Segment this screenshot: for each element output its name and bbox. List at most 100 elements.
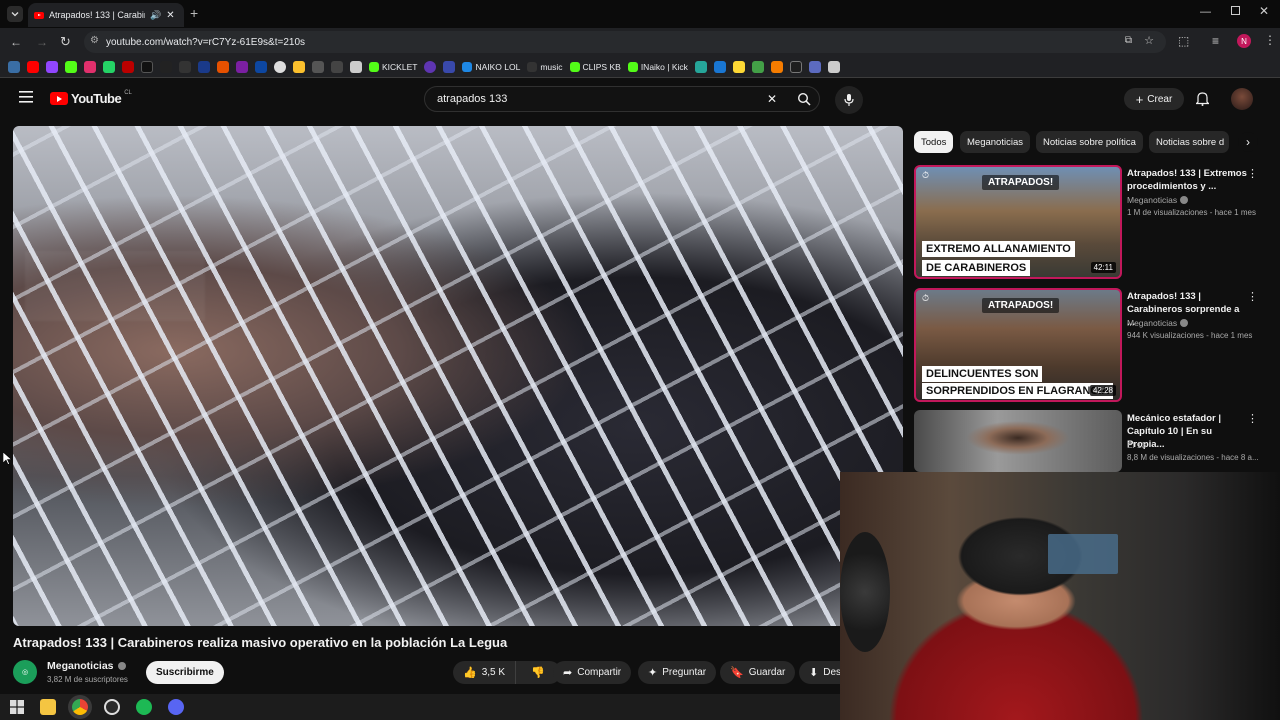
reload-icon[interactable]: ↻: [60, 34, 71, 50]
bookmark-music[interactable]: music: [527, 61, 563, 72]
clear-search-icon[interactable]: ✕: [767, 92, 777, 106]
forward-icon[interactable]: →: [36, 35, 48, 49]
bookmark-youtube-icon[interactable]: [27, 60, 39, 73]
channel-name-row[interactable]: Meganoticias: [47, 660, 126, 672]
bookmark-inaiko-kick[interactable]: INaiko | Kick: [627, 61, 688, 72]
tab-youtube[interactable]: Atrapados! 133 | Carabinero 🔊 ✕: [28, 3, 184, 27]
video-thumbnail[interactable]: [914, 410, 1122, 472]
chrome-menu-icon[interactable]: ⋮: [1264, 33, 1276, 47]
search-button[interactable]: [786, 86, 822, 112]
channel-avatar[interactable]: ◎: [13, 660, 37, 684]
file-explorer-icon[interactable]: [40, 699, 56, 715]
video-duration: 42:28: [1089, 385, 1116, 396]
bookmark-clips-kb[interactable]: CLIPS KB: [569, 61, 621, 72]
bookmark-u-icon[interactable]: [770, 60, 783, 73]
chevron-right-icon[interactable]: ›: [1238, 132, 1258, 152]
recommendation-channel-row[interactable]: El 13: [1127, 440, 1146, 450]
more-options-icon[interactable]: ⋮: [1247, 412, 1258, 425]
bookmark-diamond-icon[interactable]: [350, 60, 362, 73]
recommendation-item[interactable]: ⏱ ATRAPADOS! DELINCUENTES SON SORPRENDID…: [914, 288, 1266, 402]
save-button[interactable]: 🔖 Guardar: [720, 661, 796, 684]
bookmark-tiktok-icon[interactable]: [160, 60, 172, 73]
video-player[interactable]: [13, 126, 903, 626]
watch-later-icon[interactable]: ⏱: [922, 293, 929, 304]
bookmark-cat-icon[interactable]: [312, 60, 324, 73]
bookmark-instagram-icon[interactable]: [84, 60, 96, 73]
search-icon: [797, 92, 811, 106]
chip-politica[interactable]: Noticias sobre política: [1036, 131, 1143, 153]
notifications-bell-icon[interactable]: [1196, 91, 1209, 106]
dislike-button[interactable]: 👎: [521, 661, 555, 684]
subscribe-button[interactable]: Suscribirme: [146, 661, 224, 684]
new-tab-button[interactable]: +: [190, 5, 198, 21]
youtube-logo[interactable]: YouTube CL: [50, 90, 132, 106]
recommendation-item[interactable]: Mecánico estafador | Capítulo 10 | En su…: [914, 410, 1266, 472]
bookmark-kick-icon[interactable]: [65, 60, 77, 73]
bookmark-chart-icon[interactable]: [713, 60, 726, 73]
bookmark-naiko-lol[interactable]: NAIKO LOL: [462, 61, 520, 72]
maximize-icon[interactable]: [1231, 6, 1240, 15]
bookmark-twitch-icon[interactable]: [46, 60, 58, 73]
bookmark-yellow-icon[interactable]: [293, 60, 305, 73]
bookmark-circle-icon[interactable]: [424, 60, 437, 73]
bookmark-search-icon[interactable]: [255, 60, 267, 73]
watch-later-icon[interactable]: ⏱: [922, 170, 929, 181]
profile-avatar[interactable]: N: [1237, 34, 1251, 48]
bookmark-link-icon[interactable]: [808, 60, 821, 73]
recommendation-item[interactable]: ⏱ ATRAPADOS! EXTREMO ALLANAMIENTO DE CAR…: [914, 165, 1266, 279]
bookmark-star-icon[interactable]: ☆: [1144, 34, 1154, 47]
video-thumbnail[interactable]: ⏱ ATRAPADOS! EXTREMO ALLANAMIENTO DE CAR…: [914, 165, 1122, 279]
user-avatar[interactable]: [1231, 88, 1253, 110]
voice-search-button[interactable]: [835, 86, 863, 114]
video-thumbnail[interactable]: ⏱ ATRAPADOS! DELINCUENTES SON SORPRENDID…: [914, 288, 1122, 402]
bookmark-green-icon[interactable]: [751, 60, 764, 73]
tab-search-button[interactable]: [7, 6, 23, 22]
site-info-icon[interactable]: ⚙: [90, 35, 99, 46]
bookmark-yellow-2-icon[interactable]: [732, 60, 745, 73]
search-input[interactable]: atrapados 133 ✕: [424, 86, 820, 112]
back-icon[interactable]: ←: [10, 35, 22, 49]
chip-todos[interactable]: Todos: [914, 131, 954, 153]
obs-icon[interactable]: [104, 699, 120, 715]
bookmark-white-icon[interactable]: [274, 60, 286, 73]
media-control-icon[interactable]: ≡: [1212, 34, 1219, 48]
recommendation-title[interactable]: Atrapados! 133 | Extremos procedimientos…: [1127, 167, 1249, 193]
recommendation-channel-row[interactable]: Meganoticias: [1127, 195, 1189, 205]
chip-noticias-d[interactable]: Noticias sobre d: [1149, 131, 1229, 153]
more-options-icon[interactable]: ⋮: [1247, 290, 1258, 303]
create-button[interactable]: + Crear: [1124, 88, 1184, 110]
minimize-icon[interactable]: —: [1200, 6, 1211, 18]
bookmark-kicklet[interactable]: KICKLET: [369, 61, 417, 72]
chip-meganoticias[interactable]: Meganoticias: [960, 131, 1030, 153]
bookmark-dark-icon[interactable]: [789, 60, 802, 73]
close-window-icon[interactable]: ✕: [1259, 4, 1269, 18]
bookmark-whatsapp-icon[interactable]: [103, 60, 115, 73]
bookmark-image-icon[interactable]: [331, 60, 343, 73]
bookmark-purple-icon[interactable]: [236, 60, 248, 73]
bookmark-blue-icon[interactable]: [198, 60, 210, 73]
recommendation-channel-row[interactable]: Meganoticias: [1127, 318, 1189, 328]
bookmark-x-icon[interactable]: [141, 60, 153, 73]
speaker-icon[interactable]: 🔊: [150, 10, 161, 21]
more-options-icon[interactable]: ⋮: [1247, 167, 1258, 180]
bookmark-s-icon[interactable]: [179, 60, 191, 73]
omnibox[interactable]: ⚙ youtube.com/watch?v=rC7Yz-61E9s&t=210s…: [84, 31, 1166, 53]
bookmark-teal-icon[interactable]: [694, 60, 707, 73]
bookmark-orange-icon[interactable]: [217, 60, 229, 73]
windows-start-icon[interactable]: [10, 700, 24, 714]
bookmark-shield-icon[interactable]: [443, 60, 456, 73]
chrome-taskbar-icon[interactable]: [72, 699, 88, 715]
discord-icon[interactable]: [168, 699, 184, 715]
bookmark-red-icon[interactable]: [122, 60, 134, 73]
bookmark-grey-icon[interactable]: [827, 60, 840, 73]
hamburger-menu-icon[interactable]: [19, 91, 33, 103]
extensions-icon[interactable]: ⬚: [1178, 34, 1189, 48]
ask-button[interactable]: ✦ Preguntar: [638, 661, 717, 684]
download-button[interactable]: ⬇ Desc: [799, 661, 846, 684]
install-app-icon[interactable]: ⧉: [1125, 35, 1132, 46]
like-button[interactable]: 👍 3,5 K: [453, 661, 517, 684]
spotify-icon[interactable]: [136, 699, 152, 715]
apps-grid-icon[interactable]: [8, 60, 20, 73]
close-tab-icon[interactable]: ✕: [166, 10, 174, 21]
share-button[interactable]: ➦ Compartir: [553, 661, 632, 684]
